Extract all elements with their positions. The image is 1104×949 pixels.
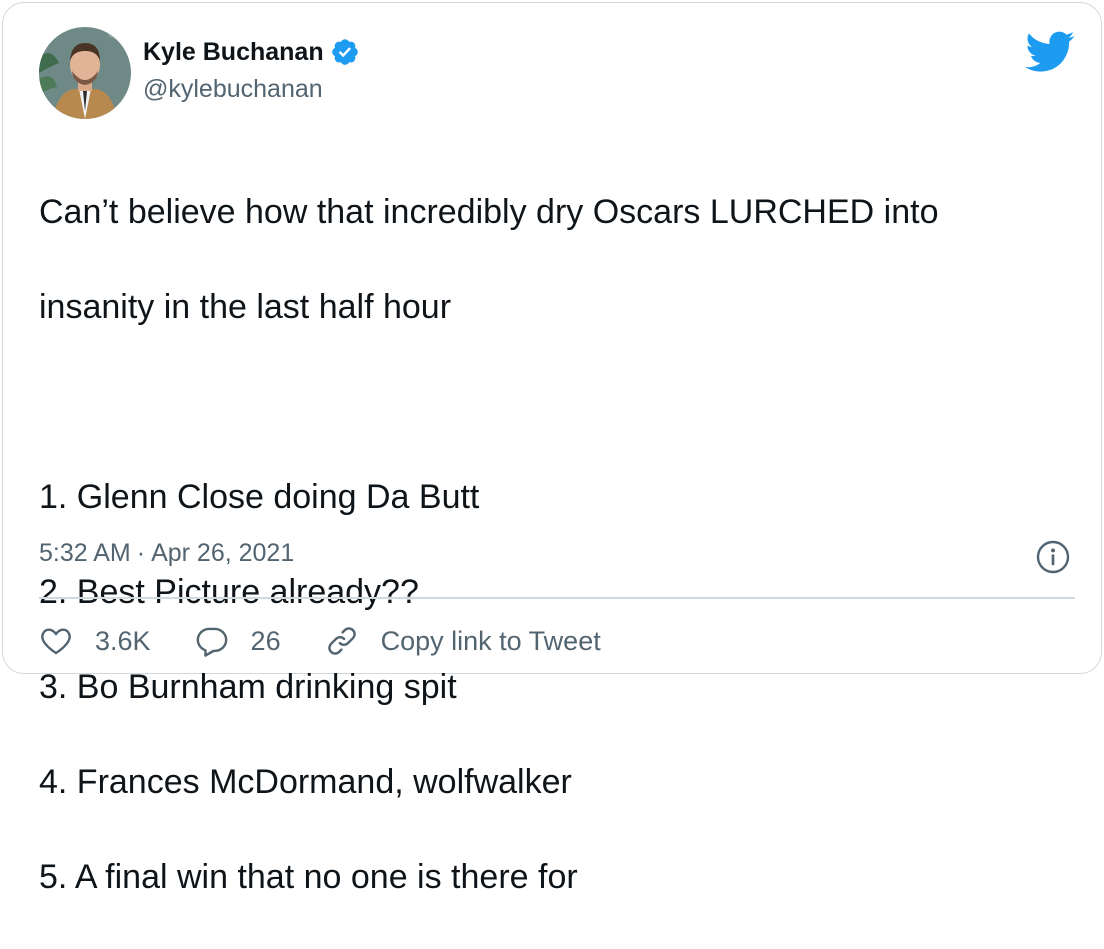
tweet-line: 2. Best Picture already?? — [39, 572, 419, 611]
reply-count: 26 — [250, 625, 281, 656]
tweet-line: 4. Frances McDormand, wolfwalker — [39, 762, 572, 801]
link-icon — [327, 627, 356, 655]
verified-badge-icon — [331, 39, 358, 65]
heart-icon — [41, 628, 71, 655]
reply-button[interactable]: 26 — [195, 624, 281, 658]
tweet-line: 1. Glenn Close doing Da Butt — [39, 477, 480, 516]
twitter-bird-icon[interactable] — [1025, 31, 1075, 73]
action-bar: 3.6K 26 Copy link to Tweet — [39, 619, 645, 663]
divider — [39, 597, 1075, 599]
info-icon[interactable] — [1035, 539, 1071, 575]
tweet-line: 3. Bo Burnham drinking spit — [39, 667, 457, 706]
tweet-date: Apr 26, 2021 — [151, 539, 295, 567]
tweet-line: 5. A final win that no one is there for — [39, 857, 578, 896]
meta-separator: · — [136, 539, 146, 567]
author-handle[interactable]: @kylebuchanan — [143, 75, 323, 104]
copy-link-label: Copy link to Tweet — [380, 625, 601, 656]
tweet-line: insanity in the last half hour — [39, 287, 452, 326]
like-button[interactable]: 3.6K — [39, 624, 151, 658]
author-name[interactable]: Kyle Buchanan — [143, 38, 324, 67]
reply-bubble-icon — [196, 627, 227, 657]
copy-link-button[interactable]: Copy link to Tweet — [325, 624, 601, 658]
author-name-row: Kyle Buchanan — [143, 37, 360, 67]
tweet-card: Kyle Buchanan @kylebuchanan Can’t believ… — [2, 2, 1102, 896]
tweet-timestamp[interactable]: 5:32 AM · Apr 26, 2021 — [39, 539, 294, 568]
tweet-time: 5:32 AM — [39, 539, 131, 567]
avatar[interactable] — [39, 27, 131, 119]
tweet-line: Can’t believe how that incredibly dry Os… — [39, 192, 939, 231]
like-count: 3.6K — [95, 625, 151, 656]
